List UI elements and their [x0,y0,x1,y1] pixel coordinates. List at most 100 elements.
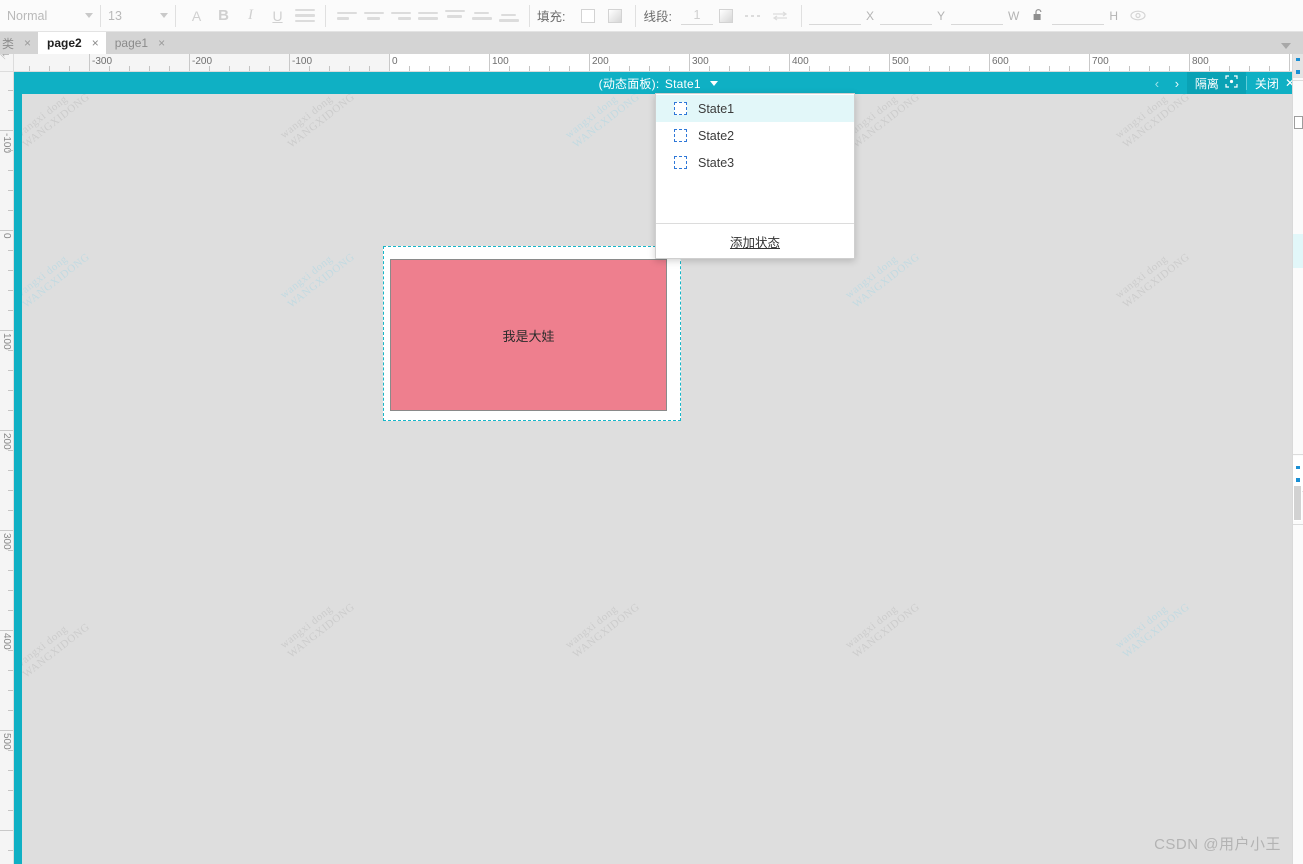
ruler-minor-tick [829,66,830,71]
align-justify-icon [417,11,438,20]
ruler-major-tick [0,330,13,331]
ruler-minor-tick [249,66,250,71]
close-icon[interactable]: × [24,37,31,49]
visibility-toggle-button[interactable] [1124,3,1151,29]
fill-gradient-button[interactable] [601,3,628,29]
x-input[interactable] [808,6,861,25]
bold-button[interactable]: B [210,3,237,29]
ruler-minor-tick [329,66,330,71]
ruler-minor-tick [8,390,13,391]
align-bottom-button[interactable] [495,3,522,29]
panel-state-icon [674,102,687,115]
italic-button[interactable]: I [237,3,264,29]
h-input[interactable] [1052,6,1105,25]
ruler-minor-tick [8,190,13,191]
x-label: X [865,8,874,23]
ruler-minor-tick [8,670,13,671]
close-icon[interactable]: × [92,37,99,49]
ruler-page-extent [389,54,1303,71]
ruler-minor-tick [649,66,650,71]
line-style-button[interactable] [740,3,767,29]
ruler-tick-label: 500 [1,733,12,750]
add-state-button[interactable]: 添加状态 [656,223,854,258]
bullet-list-button[interactable] [291,3,318,29]
ruler-minor-tick [209,66,210,71]
ruler-minor-tick [8,270,13,271]
ruler-minor-tick [8,150,13,151]
ruler-minor-tick [1229,66,1230,71]
align-justify-button[interactable] [414,3,441,29]
y-label: Y [936,8,945,23]
ruler-minor-tick [269,66,270,71]
scrollbar-thumb[interactable] [1293,485,1302,521]
chevron-down-icon[interactable] [710,80,719,86]
font-size-dropdown[interactable]: 13 [108,5,168,27]
ruler-minor-tick [569,66,570,71]
ruler-minor-tick [8,550,13,551]
ruler-minor-tick [429,66,430,71]
ruler-minor-tick [8,250,13,251]
geometry-group: X Y W H [802,0,1158,32]
ruler-tick-label: 400 [1,633,12,650]
line-arrow-button[interactable] [767,3,794,29]
font-color-button[interactable]: A [183,3,210,29]
canvas-watermark: wangxi dongWANGXIDONG [278,600,358,661]
align-top-button[interactable] [441,3,468,29]
page-tab-0[interactable]: 类 × [0,32,39,54]
canvas-watermark: wangxi dongWANGXIDONG [1113,250,1193,311]
align-middle-button[interactable] [468,3,495,29]
horizontal-ruler[interactable]: -300 -200 -100 0 100 200 300 400 500 600 700 800 [14,54,1303,72]
tab-bar-filler [172,32,1281,54]
right-panel-rule [1293,80,1303,81]
bullet-list-icon [294,8,315,23]
fill-color-button[interactable] [574,3,601,29]
close-icon[interactable]: × [158,37,165,49]
y-input[interactable] [879,6,932,25]
panel-shape-rectangle[interactable]: 我是大娃 [390,259,667,411]
align-right-button[interactable] [387,3,414,29]
page-tab-page1[interactable]: page1 × [105,32,173,54]
vertical-scrollbar[interactable] [1292,94,1303,864]
state-list-item-state2[interactable]: State2 [656,122,854,149]
ruler-minor-tick [1109,66,1110,71]
ruler-minor-tick [8,210,13,211]
ruler-major-tick [0,530,13,531]
ruler-tick-label: 0 [1,233,12,239]
vertical-ruler[interactable]: -100 0 100 200 300 400 500 [0,72,14,864]
canvas-watermark: wangxi dongWANGXIDONG [563,94,643,151]
ruler-origin-corner[interactable]: ⇱ [0,54,14,72]
w-input[interactable] [951,6,1003,25]
ruler-tick-label: 300 [692,56,709,67]
ruler-minor-tick [8,410,13,411]
ruler-major-tick [0,630,13,631]
underline-button[interactable]: U [264,3,291,29]
ruler-minor-tick [8,570,13,571]
lock-aspect-button[interactable] [1025,3,1052,29]
ruler-tick-label: 700 [1092,56,1109,67]
page-tab-page2[interactable]: page2 × [38,32,106,54]
line-width-input[interactable]: 1 [680,6,713,25]
state-list: State1 State2 State3 [656,94,854,223]
next-state-button[interactable]: › [1167,72,1187,94]
ruler-minor-tick [869,66,870,71]
align-top-icon [444,9,465,22]
dynamic-panel-selection[interactable]: 我是大娃 [383,246,681,421]
align-center-button[interactable] [360,3,387,29]
isolation-title[interactable]: (动态面板): State1 [599,75,719,92]
ruler-minor-tick [8,790,13,791]
line-color-button[interactable] [713,3,740,29]
state-label: State2 [698,128,735,143]
isolate-button[interactable]: 隔离 [1186,72,1246,94]
page-tab-bar: 类 × page2 × page1 × [0,32,1303,54]
state-list-item-state1[interactable]: State1 [656,95,854,122]
align-left-button[interactable] [333,3,360,29]
panel-shape-label: 我是大娃 [502,328,555,344]
state-list-item-state3[interactable]: State3 [656,149,854,176]
tab-overflow-chevron-icon[interactable] [1281,43,1291,49]
previous-state-button[interactable]: ‹ [1147,72,1167,94]
ruler-tick-label: 300 [1,533,12,550]
font-style-dropdown[interactable]: Normal [7,5,93,27]
ruler-minor-tick [8,650,13,651]
ruler-minor-tick [8,90,13,91]
ruler-minor-tick [369,66,370,71]
